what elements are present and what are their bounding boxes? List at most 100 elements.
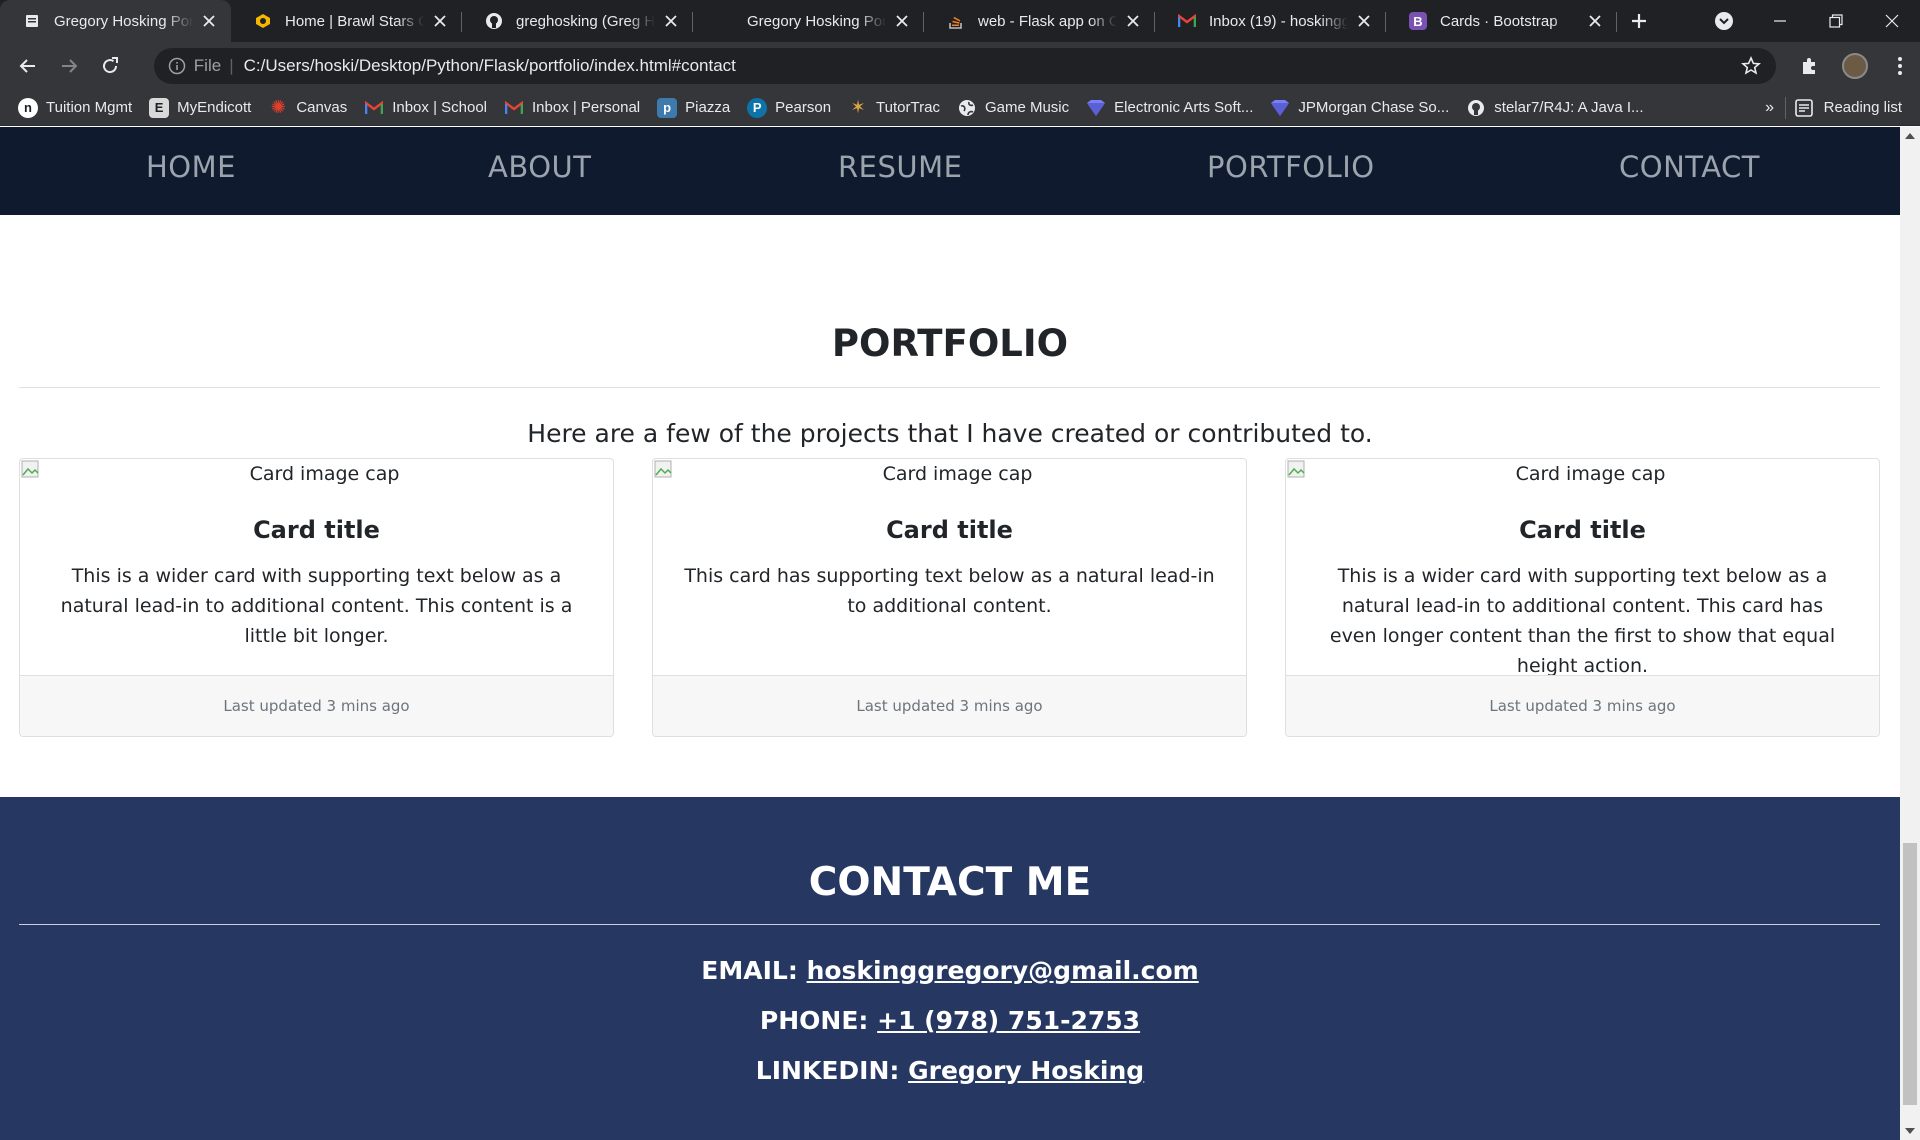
close-icon[interactable] <box>661 11 681 31</box>
tab-search-button[interactable] <box>1696 0 1752 42</box>
plus-icon <box>1632 14 1646 28</box>
close-icon[interactable] <box>1585 11 1605 31</box>
bookmark-label: stelar7/R4J: A Java I... <box>1494 99 1644 116</box>
minimize-icon <box>1774 20 1786 22</box>
forage-icon <box>1270 98 1290 118</box>
close-icon[interactable] <box>1354 11 1374 31</box>
bookmark-label: Inbox | Personal <box>532 99 641 116</box>
menu-button[interactable] <box>1881 46 1920 86</box>
card-title: Card title <box>1519 516 1646 544</box>
contact-phone-row: PHONE: +1 (978) 751-2753 <box>0 1006 1900 1035</box>
info-icon[interactable] <box>168 57 186 75</box>
phone-label: PHONE: <box>759 1006 869 1035</box>
tab-label: greghosking (Greg Hosking) <box>516 12 655 30</box>
contact-divider <box>19 924 1880 925</box>
scroll-up-arrow-icon[interactable] <box>1900 127 1920 145</box>
bookmark-label: Tuition Mgmt <box>46 99 133 116</box>
bookmark-r4j[interactable]: stelar7/R4J: A Java I... <box>1466 98 1644 118</box>
reload-button[interactable] <box>91 46 130 86</box>
minimize-button[interactable] <box>1752 0 1808 42</box>
tab-portfolio[interactable]: Gregory Hosking Portfolio <box>693 0 924 42</box>
bookmark-jpmorgan[interactable]: JPMorgan Chase So... <box>1270 98 1449 118</box>
bookmark-label: Pearson <box>775 99 832 116</box>
email-link[interactable]: hoskinggregory@gmail.com <box>807 956 1199 985</box>
scroll-down-arrow-icon[interactable] <box>1900 1122 1920 1140</box>
reading-list-icon <box>1794 98 1813 117</box>
gmail-icon <box>1177 11 1197 31</box>
more-bookmarks-button[interactable]: » <box>1755 99 1785 117</box>
page-scrollbar[interactable] <box>1900 127 1920 1140</box>
bootstrap-icon: B <box>1408 11 1428 31</box>
tab-brawl-stars[interactable]: Home | Brawl Stars Community <box>231 0 462 42</box>
globe-icon <box>957 98 977 118</box>
nav-portfolio-link[interactable]: PORTFOLIO <box>1207 150 1375 184</box>
project-card-2[interactable]: Card image cap Card title This card has … <box>652 458 1247 737</box>
address-bar[interactable]: File | C:/Users/hoski/Desktop/Python/Fla… <box>153 48 1777 84</box>
reading-list-label: Reading list <box>1823 99 1902 116</box>
bookmark-tutortrac[interactable]: ✶ TutorTrac <box>848 97 940 118</box>
close-icon[interactable] <box>892 11 912 31</box>
arrow-left-icon <box>19 59 35 73</box>
bookmark-inbox-school[interactable]: Inbox | School <box>364 98 487 118</box>
bookmark-star-icon[interactable] <box>1740 55 1762 77</box>
url-text[interactable]: C:/Users/hoski/Desktop/Python/Flask/port… <box>244 56 1741 76</box>
tab-bootstrap[interactable]: B Cards · Bootstrap <box>1386 0 1617 42</box>
phone-link[interactable]: +1 (978) 751-2753 <box>877 1006 1140 1035</box>
tab-stackoverflow[interactable]: web - Flask app on GitHub <box>924 0 1155 42</box>
extensions-button[interactable] <box>1790 46 1829 86</box>
reload-icon <box>103 57 119 74</box>
github-icon <box>484 11 504 31</box>
blank-icon <box>715 11 735 31</box>
bookmark-piazza[interactable]: p Piazza <box>657 97 731 118</box>
contact-email-row: EMAIL: hoskinggregory@gmail.com <box>0 956 1900 985</box>
bookmark-myendicott[interactable]: E MyEndicott <box>149 97 251 118</box>
restore-button[interactable] <box>1808 0 1864 42</box>
tab-label: Gregory Hosking Portfolio <box>747 12 886 30</box>
page-viewport: HOME ABOUT RESUME PORTFOLIO CONTACT PORT… <box>0 127 1920 1140</box>
bookmark-label: Piazza <box>685 99 731 116</box>
bookmark-label: Inbox | School <box>392 99 487 116</box>
linkedin-label: LINKEDIN: <box>755 1056 900 1085</box>
card-text: This is a wider card with supporting tex… <box>60 565 573 647</box>
stackoverflow-icon <box>946 11 966 31</box>
bookmark-label: Electronic Arts Soft... <box>1114 99 1254 116</box>
gmail-icon <box>504 98 524 118</box>
project-card-3[interactable]: Card image cap Card title This is a wide… <box>1285 458 1880 737</box>
card-image-alt-text: Card image cap <box>882 463 1033 485</box>
bookmark-label: JPMorgan Chase So... <box>1298 99 1450 116</box>
tab-gmail[interactable]: Inbox (19) - hoskinggregory <box>1155 0 1386 42</box>
url-scheme: File <box>193 56 222 75</box>
bookmark-inbox-personal[interactable]: Inbox | Personal <box>504 98 640 118</box>
close-icon[interactable] <box>1123 11 1143 31</box>
nav-about-link[interactable]: ABOUT <box>488 150 592 184</box>
nav-home-link[interactable]: HOME <box>146 150 236 184</box>
nav-resume-link[interactable]: RESUME <box>838 150 962 184</box>
close-window-button[interactable] <box>1864 0 1920 42</box>
bookmark-canvas[interactable]: ✺ Canvas <box>268 97 347 118</box>
tab-portfolio-active[interactable]: Gregory Hosking Portfolio <box>0 0 231 42</box>
forage-icon <box>1086 98 1106 118</box>
gmail-icon <box>364 98 384 118</box>
new-tab-button[interactable] <box>1617 0 1661 42</box>
portfolio-heading: PORTFOLIO <box>831 322 1069 365</box>
linkedin-link[interactable]: Gregory Hosking <box>908 1056 1144 1085</box>
bookmark-game-music[interactable]: Game Music <box>957 98 1069 118</box>
reading-list-button[interactable]: Reading list <box>1794 98 1902 118</box>
scroll-thumb[interactable] <box>1903 843 1917 1105</box>
bookmark-electronic-arts[interactable]: Electronic Arts Soft... <box>1086 98 1253 118</box>
close-icon[interactable] <box>430 11 450 31</box>
svg-text:B: B <box>1413 14 1422 29</box>
close-icon[interactable] <box>199 11 219 31</box>
profile-button[interactable] <box>1835 46 1874 86</box>
brawl-icon <box>253 11 273 31</box>
bookmark-tuition-mgmt[interactable]: n Tuition Mgmt <box>18 97 133 118</box>
nav-contact-link[interactable]: CONTACT <box>1619 150 1760 184</box>
site-navbar: HOME ABOUT RESUME PORTFOLIO CONTACT <box>0 127 1900 215</box>
project-card-1[interactable]: Card image cap Card title This is a wide… <box>19 458 614 737</box>
back-button[interactable] <box>8 46 47 86</box>
bookmark-pearson[interactable]: P Pearson <box>747 97 832 118</box>
tab-github-profile[interactable]: greghosking (Greg Hosking) <box>462 0 693 42</box>
forward-button[interactable] <box>49 46 88 86</box>
tab-label: Home | Brawl Stars Community <box>285 12 424 30</box>
endicott-icon: E <box>149 97 170 118</box>
